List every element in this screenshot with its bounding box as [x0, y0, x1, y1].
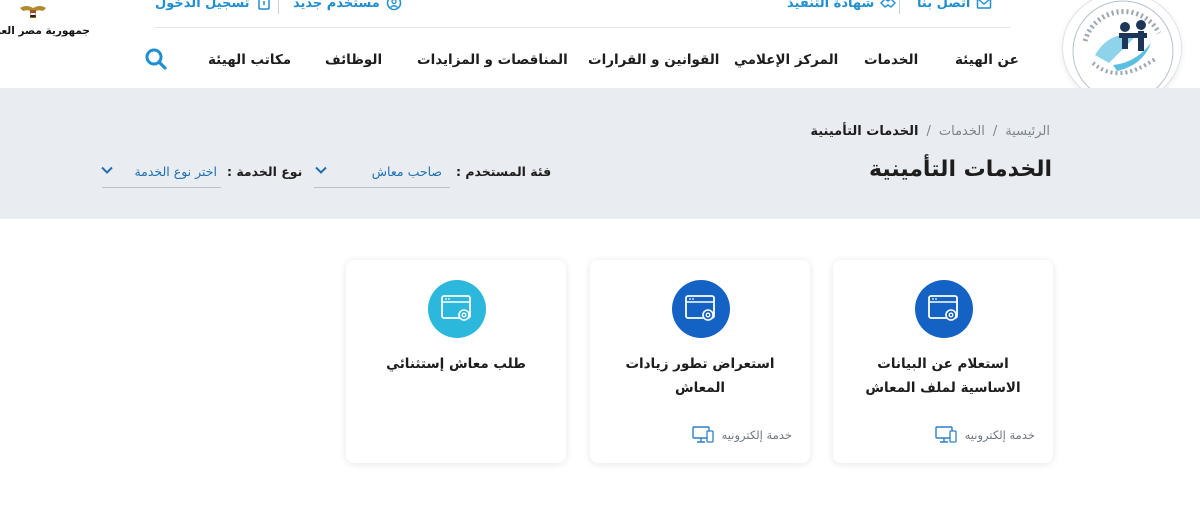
service-icon-circle: [672, 280, 730, 338]
user-icon: [386, 0, 402, 11]
site-header: جمهورية مصر العربية تسجيل الدخول مستخدم …: [0, 0, 1200, 104]
top-separator: [899, 0, 900, 14]
page-title: الخدمات التأمينية: [869, 157, 1052, 182]
login-icon: [257, 0, 270, 10]
mail-icon: [977, 0, 992, 9]
nav-tenders[interactable]: المناقصات و المزايدات: [417, 52, 568, 68]
service-title: استعلام عن البيانات الاساسية لملف المعاش: [865, 356, 1021, 396]
nav-laws[interactable]: القوانين و القرارات: [588, 52, 719, 68]
user-category-select[interactable]: صاحب معاش: [314, 152, 450, 188]
nav-about[interactable]: عن الهيئة: [955, 52, 1019, 68]
service-card[interactable]: طلب معاش إستثنائي: [346, 260, 566, 463]
breadcrumb-services[interactable]: الخدمات: [939, 124, 985, 139]
eagle-emblem-icon: [20, 6, 46, 18]
service-type-tag: خدمة إلكترونيه: [934, 425, 1035, 445]
service-type-select[interactable]: اختر نوع الخدمة: [101, 152, 221, 188]
service-type-text: خدمة إلكترونيه: [964, 428, 1035, 442]
nav-media-center[interactable]: المركز الإعلامي: [734, 52, 838, 68]
chevron-down-icon: [101, 166, 113, 174]
service-type-label: نوع الخدمة :: [227, 164, 303, 179]
login-label: تسجيل الدخول: [155, 0, 250, 11]
service-icon-circle: [428, 280, 486, 338]
service-type-text: خدمة إلكترونيه: [721, 428, 792, 442]
new-user-label: مستخدم جديد: [293, 0, 380, 11]
breadcrumb-separator: /: [926, 124, 931, 139]
new-user-link[interactable]: مستخدم جديد: [293, 0, 402, 14]
page-banner: الرئيسية / الخدمات / الخدمات التأمينية الخدم…: [0, 88, 1200, 219]
service-title: طلب معاش إستثنائي: [386, 356, 526, 372]
nav-services[interactable]: الخدمات: [864, 52, 918, 68]
contact-label: اتصل بنا: [917, 0, 971, 11]
window-gear-icon: [685, 295, 715, 321]
computer-icon: [934, 426, 957, 443]
window-gear-icon: [928, 295, 958, 321]
service-card[interactable]: استعلام عن البيانات الاساسية لملف المعاش…: [833, 260, 1053, 463]
service-title: استعراض تطور زيادات المعاش: [625, 356, 775, 396]
breadcrumb-current: الخدمات التأمينية: [810, 124, 919, 139]
service-type-value: اختر نوع الخدمة: [134, 164, 217, 179]
handshake-icon: [880, 0, 897, 8]
egypt-gov-logo[interactable]: جمهورية مصر العربية: [0, 0, 90, 44]
breadcrumb-separator: /: [992, 124, 998, 139]
insured-cert-label: شهادة التنفيذ: [787, 0, 875, 11]
computer-icon: [691, 426, 714, 443]
search-icon[interactable]: [144, 47, 168, 71]
user-category-value: صاحب معاش: [371, 164, 442, 179]
window-gear-icon: [441, 295, 471, 321]
insured-cert-link[interactable]: شهادة التنفيذ: [787, 0, 897, 14]
breadcrumb: الرئيسية / الخدمات / الخدمات التأمينية: [810, 124, 1050, 139]
contact-link[interactable]: اتصل بنا: [917, 0, 992, 14]
service-type-tag: خدمة إلكترونيه: [691, 425, 792, 445]
chevron-down-icon: [315, 166, 327, 174]
nav-offices[interactable]: مكاتب الهيئة: [208, 52, 291, 68]
gov-name: جمهورية مصر العربية: [0, 25, 90, 37]
nav-jobs[interactable]: الوظائف: [325, 52, 382, 68]
service-icon-circle: [915, 280, 973, 338]
service-card[interactable]: استعراض تطور زيادات المعاش خدمة إلكتروني…: [590, 260, 810, 463]
top-separator: [278, 0, 279, 14]
user-category-label: فئة المستخدم :: [456, 164, 552, 179]
breadcrumb-home[interactable]: الرئيسية: [1005, 124, 1050, 139]
login-link[interactable]: تسجيل الدخول: [155, 0, 272, 14]
top-bar: تسجيل الدخول مستخدم جديد شهادة التنفيذ ا…: [155, 0, 1010, 28]
